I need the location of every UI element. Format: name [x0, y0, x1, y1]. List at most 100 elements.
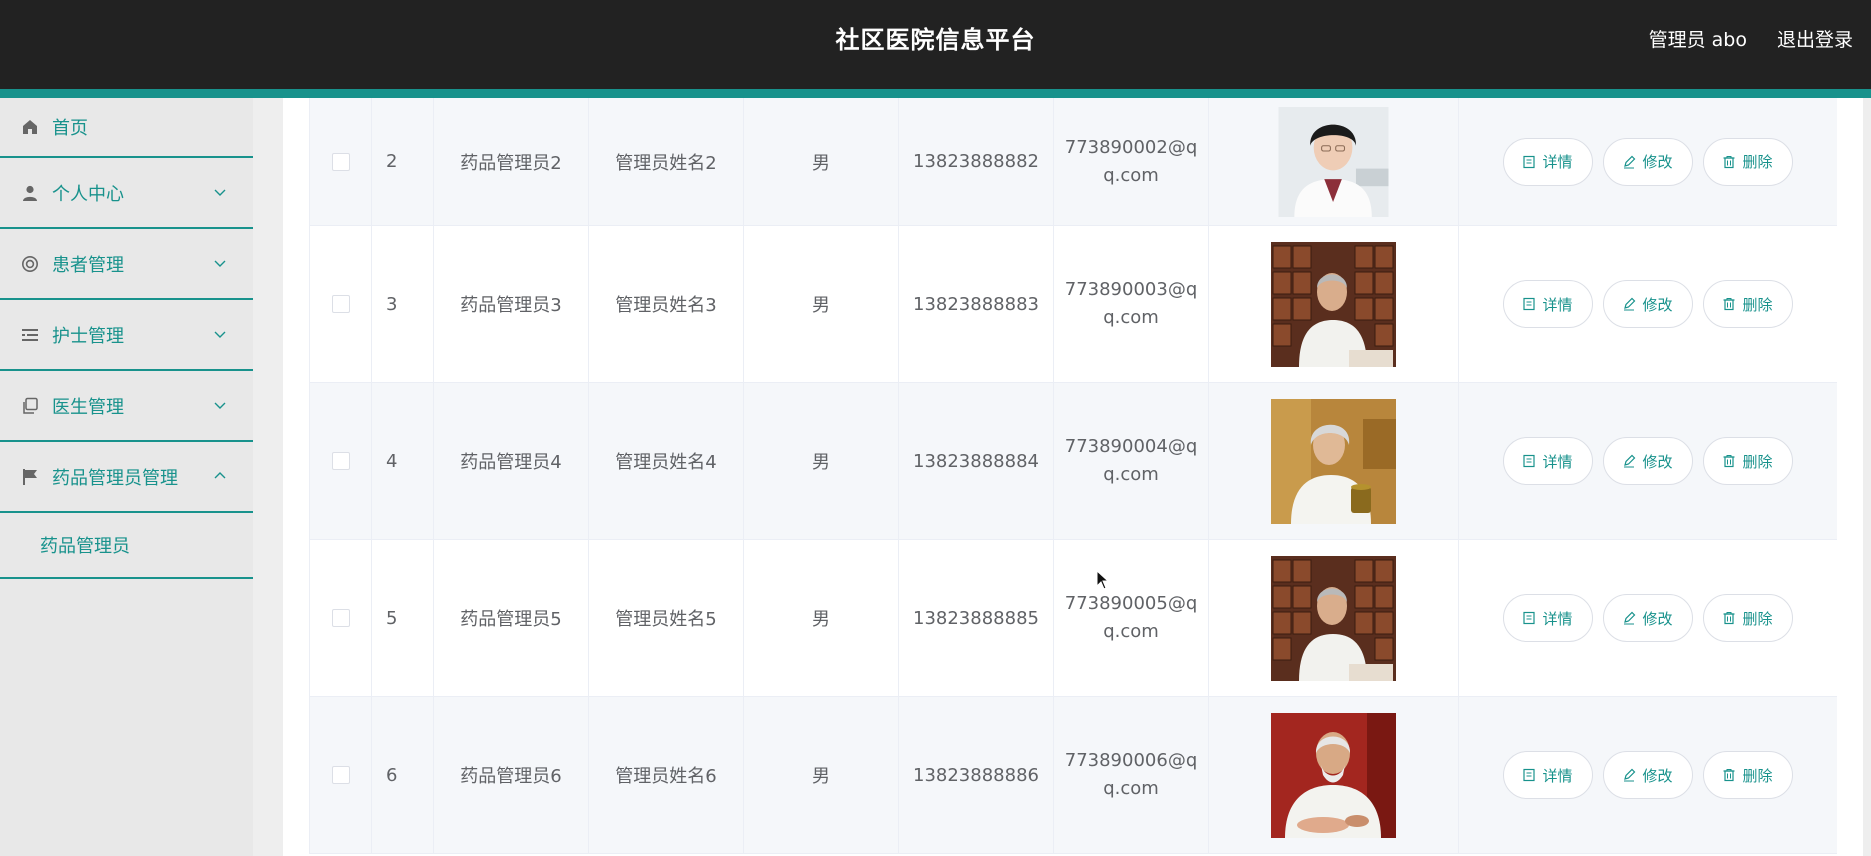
table-row: 6 药品管理员6 管理员姓名6 男 13823888886 773890006@…	[310, 697, 1837, 854]
document-icon	[1523, 768, 1536, 782]
detail-button[interactable]: 详情	[1502, 751, 1593, 799]
row-index: 3	[372, 226, 434, 382]
mouse-cursor-icon	[1096, 570, 1110, 590]
drug-admin-table: 2 药品管理员2 管理员姓名2 男 13823888882 773890002@…	[309, 98, 1837, 854]
sidebar-item-label: 患者管理	[52, 254, 124, 276]
sidebar-item-doctor-management[interactable]: 医生管理	[0, 371, 253, 442]
copy-icon	[20, 396, 40, 416]
logout-link[interactable]: 退出登录	[1777, 0, 1853, 80]
account-cell: 药品管理员4	[434, 383, 589, 539]
delete-button[interactable]: 删除	[1702, 751, 1793, 799]
sidebar: 首页 个人中心 患者管理 护士管理 医生管理 药品管理员管理 药品管理员	[0, 98, 253, 856]
edit-icon	[1624, 611, 1636, 625]
row-index: 4	[372, 383, 434, 539]
sidebar-item-drug-admin-management[interactable]: 药品管理员管理	[0, 442, 253, 513]
sidebar-item-personal-center[interactable]: 个人中心	[0, 158, 253, 229]
row-checkbox[interactable]	[331, 766, 350, 784]
row-checkbox[interactable]	[331, 452, 350, 470]
delete-button[interactable]: 删除	[1702, 437, 1793, 485]
table-row: 2 药品管理员2 管理员姓名2 男 13823888882 773890002@…	[310, 98, 1837, 226]
chevron-down-icon	[214, 402, 226, 409]
phone-cell: 13823888882	[899, 98, 1054, 225]
sidebar-item-label: 护士管理	[52, 325, 124, 347]
sidebar-subitem-label: 药品管理员	[40, 536, 130, 557]
delete-button[interactable]: 删除	[1702, 280, 1793, 328]
account-cell: 药品管理员5	[434, 540, 589, 696]
row-checkbox[interactable]	[331, 152, 350, 171]
row-checkbox[interactable]	[331, 295, 350, 313]
sidebar-item-label: 药品管理员管理	[52, 467, 178, 489]
delete-button[interactable]: 删除	[1702, 137, 1793, 186]
detail-button[interactable]: 详情	[1502, 594, 1593, 642]
doctor-photo	[1271, 555, 1396, 681]
user-area: 管理员 abo 退出登录	[1649, 0, 1853, 80]
document-icon	[1523, 454, 1536, 468]
edit-button[interactable]: 修改	[1602, 280, 1693, 328]
account-cell: 药品管理员6	[434, 697, 589, 853]
detail-button[interactable]: 详情	[1502, 137, 1593, 186]
patient-icon	[20, 254, 40, 274]
current-user-label: 管理员 abo	[1648, 29, 1747, 51]
name-cell: 管理员姓名5	[589, 540, 744, 696]
list-icon	[20, 325, 40, 345]
doctor-photo	[1271, 712, 1396, 838]
name-cell: 管理员姓名6	[589, 697, 744, 853]
edit-icon	[1624, 768, 1636, 782]
chevron-down-icon	[214, 189, 226, 196]
edit-button[interactable]: 修改	[1602, 751, 1693, 799]
table-row: 4 药品管理员4 管理员姓名4 男 13823888884 773890004@…	[310, 383, 1837, 540]
phone-cell: 13823888885	[899, 540, 1054, 696]
header-accent-bar	[0, 89, 1871, 98]
site-title: 社区医院信息平台	[835, 26, 1036, 54]
sidebar-item-label: 个人中心	[52, 183, 124, 205]
row-index: 6	[372, 697, 434, 853]
sidebar-item-nurse-management[interactable]: 护士管理	[0, 300, 253, 371]
detail-button[interactable]: 详情	[1502, 437, 1593, 485]
trash-icon	[1723, 155, 1735, 168]
edit-icon	[1624, 454, 1636, 468]
sex-cell: 男	[744, 540, 899, 696]
sidebar-item-patient-management[interactable]: 患者管理	[0, 229, 253, 300]
detail-button[interactable]: 详情	[1502, 280, 1593, 328]
email-cell: 773890004@qq.com	[1054, 383, 1209, 539]
sidebar-subitem-drug-admin[interactable]: 药品管理员	[0, 513, 253, 579]
name-cell: 管理员姓名3	[589, 226, 744, 382]
email-cell: 773890005@qq.com	[1054, 540, 1209, 696]
trash-icon	[1723, 612, 1735, 625]
trash-icon	[1723, 455, 1735, 468]
edit-button[interactable]: 修改	[1602, 137, 1693, 186]
delete-button[interactable]: 删除	[1702, 594, 1793, 642]
row-index: 5	[372, 540, 434, 696]
trash-icon	[1723, 769, 1735, 782]
phone-cell: 13823888886	[899, 697, 1054, 853]
trash-icon	[1723, 298, 1735, 311]
chevron-down-icon	[214, 331, 226, 338]
email-cell: 773890002@qq.com	[1054, 98, 1209, 225]
doctor-photo	[1271, 241, 1396, 367]
sex-cell: 男	[744, 383, 899, 539]
sex-cell: 男	[744, 226, 899, 382]
sidebar-item-label: 医生管理	[52, 396, 124, 418]
phone-cell: 13823888884	[899, 383, 1054, 539]
sidebar-item-home[interactable]: 首页	[0, 98, 253, 158]
home-icon	[20, 117, 40, 137]
top-header: 社区医院信息平台 管理员 abo 退出登录	[0, 0, 1871, 89]
doctor-photo	[1271, 398, 1396, 524]
document-icon	[1523, 611, 1536, 625]
flag-icon	[20, 467, 40, 487]
sidebar-item-label: 首页	[52, 118, 88, 139]
edit-icon	[1624, 155, 1636, 168]
content-panel: 2 药品管理员2 管理员姓名2 男 13823888882 773890002@…	[283, 98, 1863, 856]
sex-cell: 男	[744, 98, 899, 225]
account-cell: 药品管理员3	[434, 226, 589, 382]
document-icon	[1523, 155, 1536, 168]
chevron-up-icon	[214, 471, 226, 478]
table-row: 5 药品管理员5 管理员姓名5 男 13823888885 773890005@…	[310, 540, 1837, 697]
edit-button[interactable]: 修改	[1602, 437, 1693, 485]
name-cell: 管理员姓名2	[589, 98, 744, 225]
email-cell: 773890006@qq.com	[1054, 697, 1209, 853]
row-checkbox[interactable]	[331, 609, 350, 627]
row-index: 2	[372, 98, 434, 225]
edit-button[interactable]: 修改	[1602, 594, 1693, 642]
phone-cell: 13823888883	[899, 226, 1054, 382]
